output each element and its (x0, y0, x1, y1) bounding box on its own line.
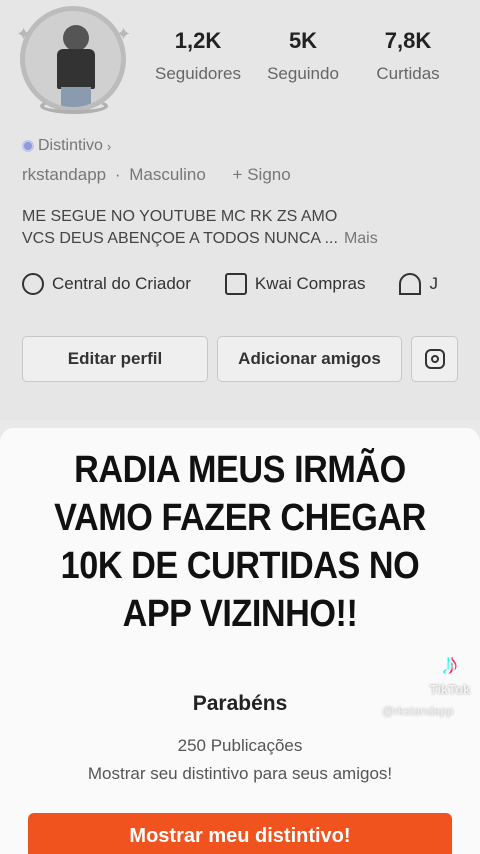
badge-link[interactable]: Distintivo › (22, 137, 111, 155)
shortcut-row: Central do Criador Kwai Compras J (22, 273, 480, 295)
tiktok-logo-icon: ♪ (442, 648, 458, 681)
likes-label: Curtidas (376, 64, 440, 83)
following-stat[interactable]: 5K Seguindo (253, 28, 353, 84)
modal-subtitle: Mostrar seu distintivo para seus amigos! (87, 764, 393, 783)
edit-profile-button[interactable]: Editar perfil (22, 336, 208, 382)
caption-line: APP VIZINHO!! (122, 593, 358, 635)
bio-line-1: ME SEGUE NO YOUTUBE MC RK ZS AMO (22, 208, 338, 225)
publications-count: 250 Publicações (177, 736, 303, 755)
profile-stats: 1,2K Seguidores 5K Seguindo 7,8K Curtida… (148, 28, 458, 84)
bio: ME SEGUE NO YOUTUBE MC RK ZS AMO VCS DEU… (22, 206, 462, 250)
following-count: 5K (288, 28, 318, 53)
profile-info-row: rkstandapp · Masculino + Signo (22, 165, 295, 185)
instagram-icon (424, 349, 445, 369)
shortcut-creator-center[interactable]: Central do Criador (22, 273, 191, 295)
instagram-button[interactable] (411, 336, 458, 382)
shortcut-label: J (429, 274, 438, 293)
shortcut-label: Central do Criador (52, 274, 191, 293)
shortcut-label: Kwai Compras (254, 274, 366, 293)
tiktok-watermark: ♪ TikTok (420, 648, 480, 697)
star-icon: ✦ (16, 24, 32, 44)
caption-line: VAMO FAZER CHEGAR (54, 497, 426, 539)
likes-stat[interactable]: 7,8K Curtidas (358, 28, 458, 84)
shortcut-third[interactable]: J (399, 273, 438, 295)
following-label: Seguindo (267, 64, 339, 83)
profile-header: ✦ ✦ 1,2K Seguidores 5K Seguindo 7,8K Cur… (0, 0, 480, 420)
laurel-badge-icon (40, 98, 108, 114)
caption-line: RADIA MEUS IRMÃO (74, 449, 406, 491)
modal-title: Parabéns (192, 692, 288, 715)
shortcut-kwai-shop[interactable]: Kwai Compras (224, 273, 366, 295)
separator-dot: · (114, 165, 121, 184)
avatar[interactable]: ✦ ✦ (14, 4, 132, 116)
bio-line-2: VCS DEUS ABENÇOE A TODOS NUNCA ... (22, 230, 338, 247)
sign-tag[interactable]: + Signo (233, 165, 291, 184)
username: rkstandapp (22, 165, 107, 184)
star-icon: ✦ (116, 24, 132, 44)
shopping-bag-icon (224, 273, 247, 295)
caption-line: 10K DE CURTIDAS NO (60, 545, 420, 587)
show-badge-button[interactable]: Mostrar meu distintivo! (28, 813, 452, 854)
dome-icon (399, 273, 422, 295)
bio-more-link[interactable]: Mais (344, 230, 378, 247)
gender-tag[interactable]: Masculino (129, 165, 206, 184)
followers-stat[interactable]: 1,2K Seguidores (148, 28, 248, 84)
avatar-photo (20, 6, 126, 112)
add-friends-button[interactable]: Adicionar amigos (217, 336, 402, 382)
badge-link-label: Distintivo (38, 137, 103, 154)
chevron-right-icon: › (106, 138, 112, 154)
followers-count: 1,2K (174, 28, 222, 53)
followers-label: Seguidores (154, 64, 241, 83)
video-caption-overlay: RADIA MEUS IRMÃO VAMO FAZER CHEGAR 10K D… (24, 446, 456, 638)
lightning-circle-icon (22, 273, 44, 295)
badge-dot-icon (22, 140, 34, 152)
likes-count: 7,8K (384, 28, 432, 53)
